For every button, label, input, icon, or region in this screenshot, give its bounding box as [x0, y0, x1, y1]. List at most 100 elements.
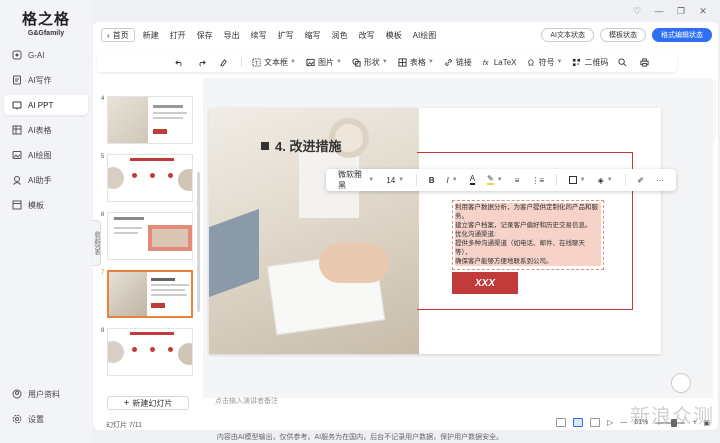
undo-button[interactable] — [175, 58, 187, 67]
slide-thumbnail[interactable] — [107, 154, 193, 202]
slide-number: 5 — [101, 154, 105, 160]
fill-button[interactable]: ◈ ▼ — [598, 176, 613, 185]
sidebar-item-label: 设置 — [28, 414, 44, 424]
format-painter-button[interactable] — [219, 58, 231, 67]
normal-view-icon[interactable] — [556, 418, 567, 427]
mode-ai-text-button[interactable]: AI文本状态 — [541, 28, 594, 42]
font-family-value: 微软雅黑 — [338, 170, 362, 190]
brush-icon: ✐ — [637, 175, 645, 185]
list-button[interactable]: ⋮≡ — [531, 176, 544, 185]
font-size-value: 14 — [386, 175, 396, 185]
notification-icon[interactable]: ♡ — [632, 6, 642, 16]
slide-button-label: XXX — [474, 277, 495, 289]
sidebar-item-g-ai[interactable]: G-AI — [4, 45, 88, 65]
menu-new[interactable]: 新建 — [143, 30, 159, 41]
search-button[interactable] — [618, 57, 630, 67]
sidebar-item-template[interactable]: 模板 — [4, 195, 88, 215]
play-icon[interactable]: ▷ — [607, 418, 613, 427]
slide-thumb-row[interactable]: 5 — [101, 154, 195, 204]
slide-thumb-row[interactable]: 6 — [101, 212, 195, 262]
slide-thumb-row[interactable]: 7 — [101, 270, 195, 320]
sidebar-item-label: AI表格 — [28, 125, 52, 135]
mode-template-button[interactable]: 模板状态 — [600, 28, 646, 42]
maximize-icon[interactable]: ❐ — [676, 6, 686, 16]
minimize-icon[interactable]: — — [654, 6, 664, 16]
menu-template[interactable]: 模板 — [386, 30, 402, 41]
slide-thumbnail[interactable] — [107, 328, 193, 376]
menu-ai-drawing[interactable]: AI绘图 — [413, 30, 437, 41]
slide-thumbnail[interactable] — [107, 212, 193, 260]
gear-icon — [12, 414, 22, 424]
text-box-selected[interactable]: 利用客户数据分析，为客户提供定制化的产品和服务。 建立客户档案，记录客户偏好和历… — [452, 200, 604, 270]
menu-save[interactable]: 保存 — [197, 30, 213, 41]
qrcode-button[interactable]: 二维码 — [572, 57, 608, 68]
sidebar-item-ai-writing[interactable]: AI写作 — [4, 70, 88, 90]
menu-continue[interactable]: 续写 — [251, 30, 267, 41]
link-button[interactable]: 链接 — [444, 57, 472, 68]
close-icon[interactable]: ✕ — [698, 6, 708, 16]
symbol-button[interactable]: Ω 符号 ▼ — [527, 57, 563, 68]
sidebar-item-ai-ppt[interactable]: AI PPT — [4, 95, 88, 115]
new-slide-button[interactable]: + 新建幻灯片 — [107, 396, 189, 410]
text-line: 确保客户能够方便地联系到公司。 — [455, 257, 601, 266]
redo-button[interactable] — [197, 58, 209, 67]
toolbar-divider — [241, 57, 242, 67]
shape-button[interactable]: 形状 ▼ — [352, 57, 388, 68]
picture-button[interactable]: 图片 ▼ — [306, 57, 342, 68]
font-color-button[interactable]: A — [469, 175, 476, 185]
format-brush-button[interactable]: ✐ — [637, 176, 644, 185]
menu-export[interactable]: 导出 — [224, 30, 240, 41]
menu-polish[interactable]: 润色 — [332, 30, 348, 41]
slide-thumb-row[interactable]: 8 — [101, 328, 195, 378]
font-family-select[interactable]: 微软雅黑 ▼ — [338, 169, 374, 191]
menu-open[interactable]: 打开 — [170, 30, 186, 41]
slide-view-icon[interactable] — [573, 418, 584, 427]
menu-shorten[interactable]: 缩写 — [305, 30, 321, 41]
slide-thumb-row[interactable]: 4 — [101, 96, 195, 146]
table-button[interactable]: 表格 ▼ — [398, 57, 434, 68]
speaker-notes-input[interactable]: 点击输入演讲者备注 — [215, 396, 278, 406]
sidebar-item-ai-table[interactable]: AI表格 — [4, 120, 88, 140]
assistant-avatar[interactable] — [671, 373, 691, 393]
chevron-down-icon: ▼ — [556, 59, 563, 65]
textbox-label: 文本框 — [264, 57, 288, 67]
align-button[interactable]: ≡ — [515, 176, 520, 185]
slide-counter: 幻灯片 7/11 — [106, 422, 143, 429]
slide-button[interactable]: XXX — [452, 272, 518, 294]
text-format-toolbar: 微软雅黑 ▼ 14 ▼ B I ▼ A ✎ ▼ ≡ ⋮≡ ▼ ◈ ▼ ✐ ··· — [326, 169, 676, 191]
sidebar-item-label: AI写作 — [28, 75, 52, 85]
menu-rewrite[interactable]: 改写 — [359, 30, 375, 41]
home-button[interactable]: ‹ 首页 — [101, 28, 135, 42]
current-slide[interactable]: 4. 改进措施 利用客户数据分析，为客户提供定制化的产品和服务。 建立客户档案，… — [209, 108, 661, 354]
bold-button[interactable]: B — [429, 176, 435, 185]
sidebar-item-ai-assistant[interactable]: AI助手 — [4, 170, 88, 190]
slide-number: 8 — [101, 328, 105, 334]
slide-number: 4 — [101, 96, 105, 102]
plus-icon: + — [123, 397, 130, 409]
border-button[interactable]: ▼ — [568, 176, 586, 184]
sidebar-item-profile[interactable]: 用户资料 — [4, 384, 88, 404]
italic-button[interactable]: I ▼ — [447, 176, 458, 185]
slide-thumbnail-selected[interactable] — [107, 270, 193, 318]
sidebar-item-settings[interactable]: 设置 — [4, 409, 88, 429]
paint-bucket-icon: ◈ — [597, 175, 604, 185]
thumbnail-scrollbar[interactable] — [197, 172, 200, 312]
app-logo[interactable]: 格之格 G&Gfamily — [0, 8, 92, 37]
function-icon: fx — [482, 58, 491, 67]
latex-button[interactable]: fx LaTeX — [482, 58, 517, 67]
print-button[interactable] — [640, 57, 652, 67]
slide-thumbnail[interactable] — [107, 96, 193, 144]
collapse-list-tab[interactable]: 收起列表 — [93, 220, 101, 266]
chevron-down-icon: ▼ — [290, 59, 296, 65]
more-button[interactable]: ··· — [656, 176, 664, 185]
sidebar-item-ai-drawing[interactable]: AI绘图 — [4, 145, 88, 165]
font-size-select[interactable]: 14 ▼ — [386, 176, 404, 185]
back-icon: ‹ — [107, 30, 110, 40]
menu-expand[interactable]: 扩写 — [278, 30, 294, 41]
reading-view-icon[interactable] — [590, 418, 601, 427]
textbox-button[interactable]: T 文本框 ▼ — [252, 57, 296, 68]
highlight-button[interactable]: ✎ ▼ — [487, 175, 503, 185]
shape-label: 形状 — [363, 57, 380, 67]
mode-format-button[interactable]: 格式编辑状态 — [652, 28, 712, 42]
zoom-out-icon[interactable]: — — [620, 419, 627, 426]
